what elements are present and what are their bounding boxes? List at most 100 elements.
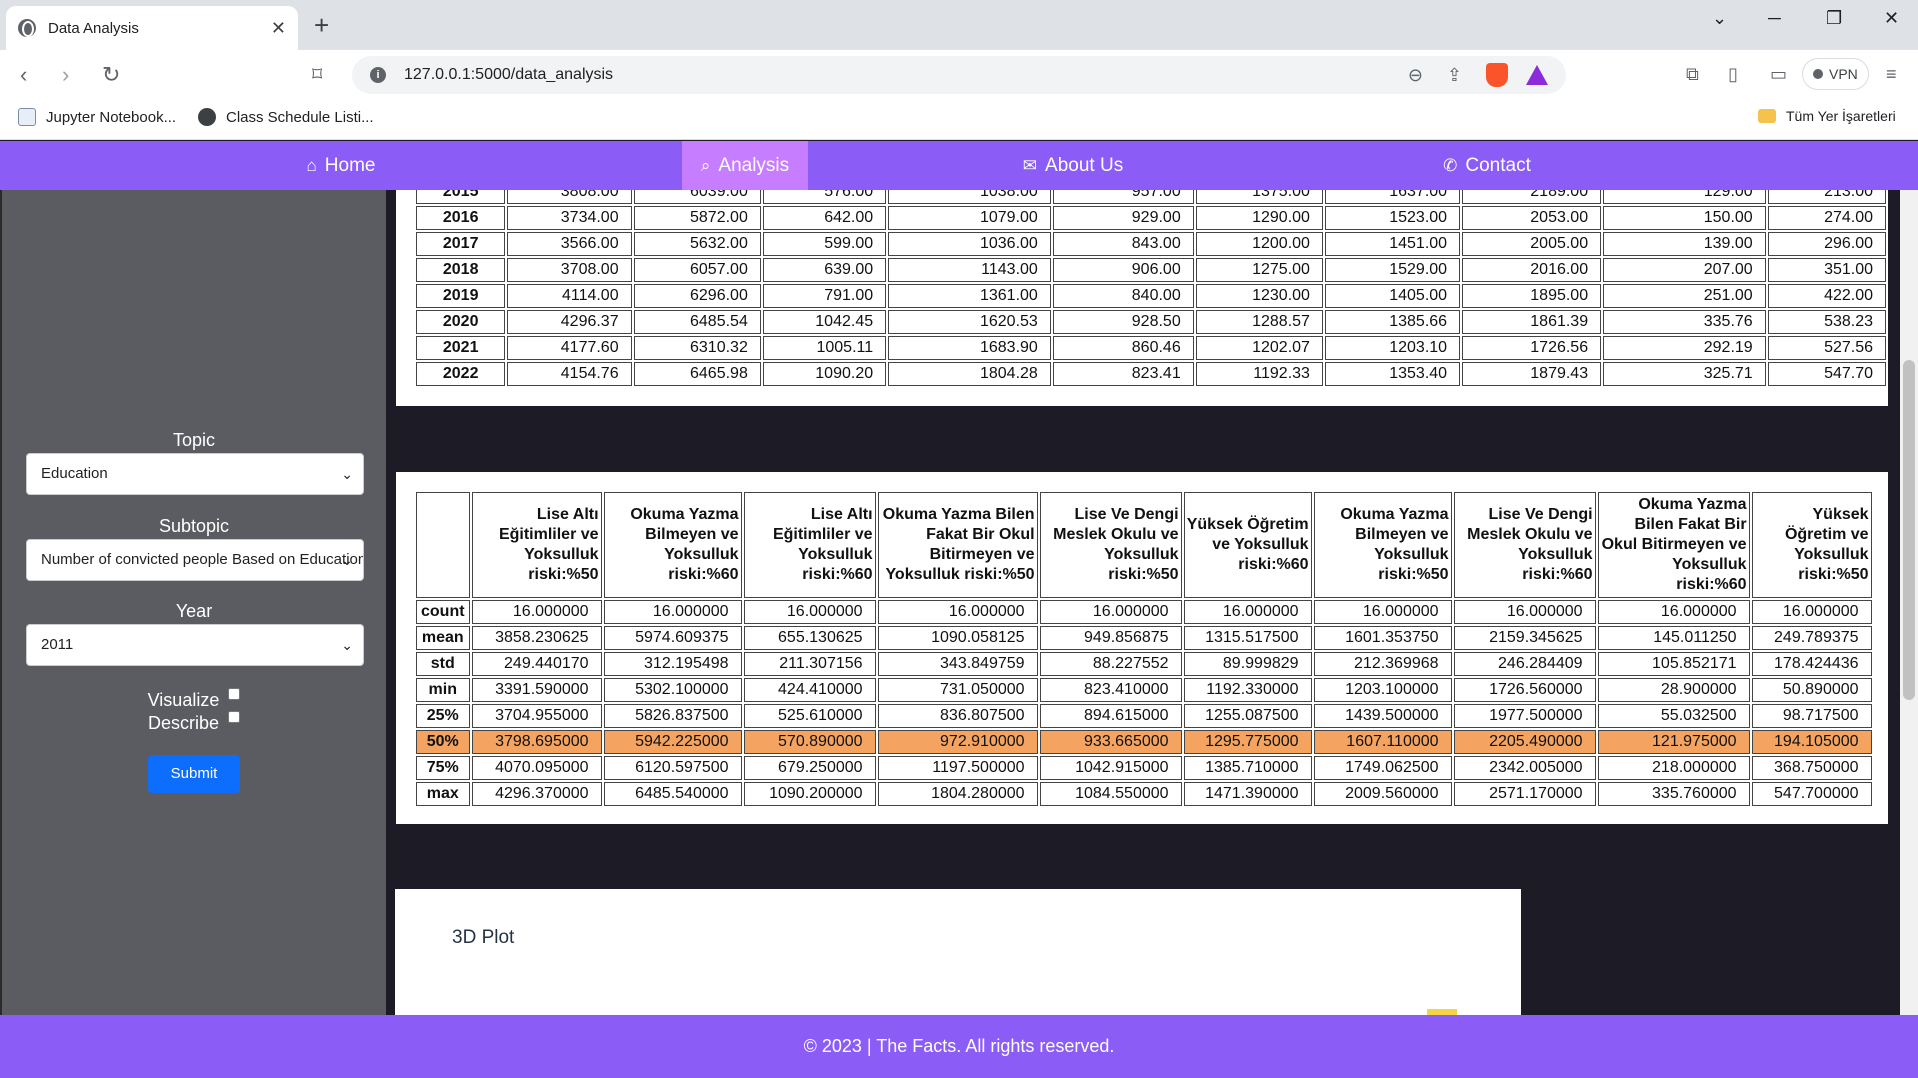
table-cell: 249.440170 [471, 652, 602, 676]
info-icon[interactable]: i [370, 67, 386, 83]
table-row: 2018 3708.00 6057.00 639.00 1143.00 906.00 127… [416, 258, 1886, 282]
table-cell: 5974.609375 [603, 626, 742, 650]
row-index-cell: 2020 [416, 310, 506, 334]
table-cell: 823.410000 [1039, 678, 1182, 702]
table-cell: 145.011250 [1597, 626, 1750, 650]
bookmark-icon[interactable]: ⌑ [312, 62, 322, 87]
scrollbar-thumb[interactable] [1903, 360, 1915, 700]
sidebar-icon[interactable]: ▯ [1728, 64, 1738, 85]
table-cell: 212.369968 [1313, 652, 1452, 676]
visualize-checkbox[interactable] [228, 688, 241, 700]
visualize-label: Visualize [147, 690, 220, 710]
table-cell: 194.105000 [1751, 730, 1872, 754]
folder-label: Tüm Yer İşaretleri [1786, 108, 1896, 124]
table-cell: 2005.00 [1462, 232, 1602, 256]
new-tab-button[interactable]: + [314, 10, 329, 41]
plot-title: 3D Plot [452, 927, 515, 948]
describe-row: Describe [2, 711, 386, 734]
forward-icon[interactable]: › [62, 62, 69, 88]
table-cell: 1385.66 [1324, 310, 1461, 334]
table-cell: 368.750000 [1751, 756, 1872, 780]
reload-icon[interactable]: ↻ [102, 62, 120, 88]
menu-icon[interactable]: ≡ [1886, 64, 1897, 85]
brave-shield-icon[interactable] [1486, 63, 1508, 87]
nav-home-label: Home [324, 154, 376, 176]
table-row: 2020 4296.37 6485.54 1042.45 1620.53 928.50 12… [416, 310, 1886, 334]
column-header: Okuma Yazma Bilen Fakat Bir Okul Bitirme… [877, 492, 1038, 598]
browser-tab[interactable]: Data Analysis ✕ [6, 6, 298, 50]
table-cell: 1042.915000 [1039, 756, 1182, 780]
close-window-button[interactable]: ✕ [1884, 8, 1899, 29]
table-cell: 3798.695000 [471, 730, 602, 754]
table-cell: 3391.590000 [471, 678, 602, 702]
table-cell: 599.00 [762, 232, 887, 256]
brave-rewards-icon[interactable] [1526, 65, 1548, 85]
table-cell: 639.00 [762, 258, 887, 282]
envelope-icon: ✉ [1022, 155, 1038, 175]
close-tab-icon[interactable]: ✕ [271, 18, 286, 39]
table-cell: 6465.98 [633, 362, 761, 386]
describe-checkbox[interactable] [228, 711, 241, 723]
table-cell: 1451.00 [1324, 232, 1461, 256]
subtopic-select[interactable]: Number of convicted people Based on Educ… [26, 539, 364, 581]
table-cell: 1523.00 [1324, 206, 1461, 230]
share-icon[interactable]: ⇪ [1447, 65, 1462, 86]
nav-analysis[interactable]: ⌕ Analysis [682, 141, 808, 190]
nav-analysis-label: Analysis [718, 154, 790, 176]
table-cell: 1361.00 [888, 284, 1051, 308]
page-scrollbar[interactable] [1900, 190, 1918, 1015]
table-cell: 843.00 [1052, 232, 1194, 256]
table-row: 2022 4154.76 6465.98 1090.20 1804.28 823.41 11… [416, 362, 1886, 386]
row-index-cell: 2021 [416, 336, 506, 360]
table-row: 2017 3566.00 5632.00 599.00 1036.00 843.00 120… [416, 232, 1886, 256]
vpn-button[interactable]: VPN [1802, 58, 1869, 90]
row-index-cell: 2018 [416, 258, 506, 282]
address-bar[interactable]: i 127.0.0.1:5000/data_analysis ⊖ ⇪ [352, 56, 1566, 94]
bookmark-jupyter[interactable]: Jupyter Notebook... [18, 108, 176, 126]
url-text[interactable]: 127.0.0.1:5000/data_analysis [404, 66, 1384, 84]
bookmark-class-schedule[interactable]: Class Schedule Listi... [198, 108, 374, 126]
tab-search-icon[interactable]: ⌄ [1712, 8, 1727, 29]
table-cell: 6310.32 [633, 336, 761, 360]
table-cell: 178.424436 [1751, 652, 1872, 676]
table-cell: 121.975000 [1597, 730, 1750, 754]
table-cell: 840.00 [1052, 284, 1194, 308]
table-cell: 1683.90 [888, 336, 1051, 360]
table-cell: 5942.225000 [603, 730, 742, 754]
column-header: Lise Ve Dengi Meslek Okulu ve Yoksulluk … [1453, 492, 1596, 598]
nav-contact[interactable]: ✆ Contact [1338, 141, 1636, 190]
zoom-icon[interactable]: ⊖ [1408, 65, 1423, 86]
nav-about[interactable]: ✉ About Us [808, 141, 1338, 190]
phone-icon: ✆ [1443, 155, 1458, 175]
table-cell: 1385.710000 [1183, 756, 1312, 780]
extensions-icon[interactable]: ⧉ [1686, 64, 1699, 85]
table-cell: 292.19 [1603, 336, 1766, 360]
table-cell: 1288.57 [1195, 310, 1323, 334]
year-value: 2011 [41, 636, 74, 653]
maximize-button[interactable]: ❐ [1826, 8, 1842, 29]
table-cell: 16.000000 [743, 600, 876, 624]
year-select[interactable]: 2011 ⌄ [26, 624, 364, 666]
table-cell: 823.41 [1052, 362, 1194, 386]
table-cell: 335.760000 [1597, 782, 1750, 806]
table-cell: 2189.00 [1462, 190, 1602, 204]
table-cell: 4114.00 [507, 284, 632, 308]
wallet-icon[interactable]: ▭ [1770, 64, 1787, 85]
back-icon[interactable]: ‹ [20, 62, 27, 88]
table-cell: 1620.53 [888, 310, 1051, 334]
table-cell: 949.856875 [1039, 626, 1182, 650]
bookmark-label: Jupyter Notebook... [46, 108, 177, 126]
table-cell: 3734.00 [507, 206, 632, 230]
nav-home[interactable]: ⌂ Home [0, 141, 682, 190]
table-cell: 343.849759 [877, 652, 1038, 676]
all-bookmarks-folder[interactable]: Tüm Yer İşaretleri [1758, 108, 1896, 124]
search-icon: ⌕ [700, 155, 711, 175]
topic-select[interactable]: Education ⌄ [26, 453, 364, 495]
submit-button[interactable]: Submit [148, 755, 240, 793]
table-cell: 3704.955000 [471, 704, 602, 728]
yearly-data-panel: 2015 3808.00 6039.00 576.00 1038.00 957.00 137… [396, 190, 1888, 406]
table-cell: 2009.560000 [1313, 782, 1452, 806]
sidebar: Topic Education ⌄ Subtopic Number of con… [2, 190, 386, 1015]
table-cell: 1192.330000 [1183, 678, 1312, 702]
minimize-button[interactable]: ─ [1768, 8, 1781, 29]
